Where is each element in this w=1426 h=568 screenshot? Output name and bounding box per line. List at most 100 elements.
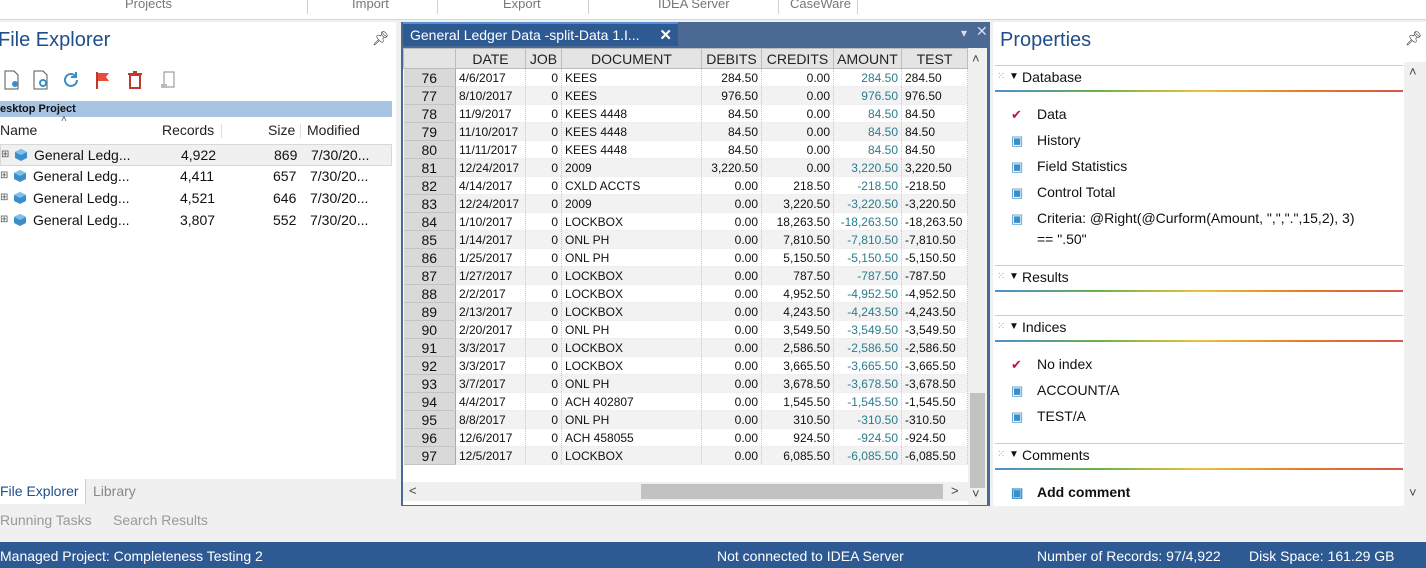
- file-row[interactable]: ⊞ General Ledg... 4,922 869 7/30/20...: [0, 144, 392, 166]
- cell-amount[interactable]: -3,220.50: [833, 194, 902, 213]
- cell-job[interactable]: 0: [525, 122, 562, 141]
- column-header-amount[interactable]: AMOUNT: [833, 48, 902, 69]
- cell-date[interactable]: 2/2/2017: [455, 284, 526, 303]
- cell-test[interactable]: -787.50: [901, 266, 968, 285]
- table-row[interactable]: 85 1/14/2017 0 ONL PH 0.00 7,810.50 -7,810.50-…: [403, 230, 968, 249]
- cell-test[interactable]: -3,678.50: [901, 374, 968, 393]
- cell-document[interactable]: ONL PH: [561, 248, 702, 267]
- cell-credits[interactable]: 3,220.50: [761, 194, 834, 213]
- cell-credits[interactable]: 4,243.50: [761, 302, 834, 321]
- cell-amount[interactable]: -218.50: [833, 176, 902, 195]
- tab-general-ledger-data[interactable]: General Ledger Data -split-Data 1.I... ✕: [403, 22, 678, 46]
- cell-date[interactable]: 12/24/2017: [455, 158, 526, 177]
- cell-amount[interactable]: 84.50: [833, 104, 902, 123]
- cell-amount[interactable]: -4,952.50: [833, 284, 902, 303]
- cell-date[interactable]: 2/20/2017: [455, 320, 526, 339]
- table-row[interactable]: 88 2/2/2017 0 LOCKBOX 0.00 4,952.50 -4,952.50-…: [403, 284, 968, 303]
- expand-icon[interactable]: ⊞: [0, 192, 8, 203]
- section-indices[interactable]: ⁙ ▼ Indices: [995, 315, 1403, 342]
- cell-test[interactable]: -3,220.50: [901, 194, 968, 213]
- column-header-job[interactable]: JOB: [525, 48, 562, 69]
- table-row[interactable]: 93 3/7/2017 0 ONL PH 0.00 3,678.50 -3,678.50 -3…: [403, 374, 968, 393]
- cell-credits[interactable]: 310.50: [761, 410, 834, 429]
- cell-credits[interactable]: 924.50: [761, 428, 834, 447]
- properties-icon[interactable]: [159, 70, 179, 90]
- table-row[interactable]: 95 8/8/2017 0 ONL PH 0.00 310.50 -310.50 -310.5…: [403, 410, 968, 429]
- cell-job[interactable]: 0: [525, 158, 562, 177]
- ribbon-group-projects[interactable]: Projects: [125, 0, 172, 11]
- table-row[interactable]: 91 3/3/2017 0 LOCKBOX 0.00 2,586.50 -2,586.50-…: [403, 338, 968, 357]
- cell-credits[interactable]: 787.50: [761, 266, 834, 285]
- table-row[interactable]: 94 4/4/2017 0 ACH 402807 0.00 1,545.50 -1,545.…: [403, 392, 968, 411]
- cell-document[interactable]: LOCKBOX: [561, 446, 702, 465]
- cell-date[interactable]: 3/3/2017: [455, 338, 526, 357]
- column-header-modified[interactable]: Modified: [307, 122, 360, 138]
- row-number[interactable]: 77: [403, 86, 456, 105]
- cell-document[interactable]: ACH 458055: [561, 428, 702, 447]
- cell-document[interactable]: LOCKBOX: [561, 284, 702, 303]
- table-row[interactable]: 78 11/9/2017 0 KEES 4448 84.50 0.00 84.50 84.50: [403, 104, 968, 123]
- cell-test[interactable]: -310.50: [901, 410, 968, 429]
- cell-amount[interactable]: -3,678.50: [833, 374, 902, 393]
- cell-credits[interactable]: 7,810.50: [761, 230, 834, 249]
- scroll-left-icon[interactable]: <: [409, 483, 417, 498]
- cell-date[interactable]: 8/10/2017: [455, 86, 526, 105]
- column-header-date[interactable]: DATE: [455, 48, 526, 69]
- cell-test[interactable]: -218.50: [901, 176, 968, 195]
- cell-date[interactable]: 1/25/2017: [455, 248, 526, 267]
- cell-credits[interactable]: 0.00: [761, 140, 834, 159]
- section-database[interactable]: ⁙ ▼ Database: [995, 65, 1403, 92]
- cell-job[interactable]: 0: [525, 248, 562, 267]
- flag-icon[interactable]: [93, 70, 113, 90]
- cell-job[interactable]: 0: [525, 266, 562, 285]
- cell-date[interactable]: 4/6/2017: [455, 68, 526, 87]
- tab-file-explorer[interactable]: File Explorer: [0, 479, 86, 504]
- scroll-down-icon[interactable]: ˅: [1409, 485, 1417, 500]
- cell-debits[interactable]: 0.00: [701, 284, 762, 303]
- cell-amount[interactable]: -1,545.50: [833, 392, 902, 411]
- collapse-triangle-icon[interactable]: ▼: [1009, 321, 1019, 332]
- scroll-up-icon[interactable]: ˄: [1409, 64, 1417, 79]
- collapse-triangle-icon[interactable]: ▼: [1009, 449, 1019, 460]
- row-number[interactable]: 80: [403, 140, 456, 159]
- expand-icon[interactable]: ⊞: [0, 214, 8, 225]
- row-number[interactable]: 97: [403, 446, 456, 465]
- column-header-test[interactable]: TEST: [901, 48, 968, 69]
- row-number[interactable]: 82: [403, 176, 456, 195]
- view-file-icon[interactable]: [31, 70, 51, 90]
- table-row[interactable]: 81 12/24/2017 0 2009 3,220.50 0.00 3,220.50 3,2…: [403, 158, 968, 177]
- cell-debits[interactable]: 0.00: [701, 446, 762, 465]
- cell-amount[interactable]: 84.50: [833, 140, 902, 159]
- cell-credits[interactable]: 0.00: [761, 158, 834, 177]
- cell-document[interactable]: LOCKBOX: [561, 338, 702, 357]
- cell-test[interactable]: -6,085.50: [901, 446, 968, 465]
- cell-amount[interactable]: -310.50: [833, 410, 902, 429]
- cell-document[interactable]: ONL PH: [561, 374, 702, 393]
- cell-job[interactable]: 0: [525, 284, 562, 303]
- cell-date[interactable]: 1/27/2017: [455, 266, 526, 285]
- row-number[interactable]: 95: [403, 410, 456, 429]
- row-number[interactable]: 94: [403, 392, 456, 411]
- table-row[interactable]: 96 12/6/2017 0 ACH 458055 0.00 924.50 -924.50-…: [403, 428, 968, 447]
- cell-test[interactable]: 84.50: [901, 122, 968, 141]
- delete-icon[interactable]: [125, 70, 145, 90]
- cell-document[interactable]: LOCKBOX: [561, 266, 702, 285]
- cell-debits[interactable]: 0.00: [701, 266, 762, 285]
- table-row[interactable]: 89 2/13/2017 0 LOCKBOX 0.00 4,243.50 -4,243.50…: [403, 302, 968, 321]
- table-row[interactable]: 90 2/20/2017 0 ONL PH 0.00 3,549.50 -3,549.50-…: [403, 320, 968, 339]
- row-number[interactable]: 76: [403, 68, 456, 87]
- cell-debits[interactable]: 976.50: [701, 86, 762, 105]
- vertical-scroll-thumb[interactable]: [970, 393, 985, 488]
- cell-document[interactable]: CXLD ACCTS: [561, 176, 702, 195]
- cell-amount[interactable]: -3,665.50: [833, 356, 902, 375]
- column-header-credits[interactable]: CREDITS: [761, 48, 834, 69]
- ribbon-group-caseware[interactable]: CaseWare: [790, 0, 851, 11]
- cell-debits[interactable]: 0.00: [701, 212, 762, 231]
- row-number[interactable]: 91: [403, 338, 456, 357]
- cell-debits[interactable]: 84.50: [701, 140, 762, 159]
- cell-job[interactable]: 0: [525, 302, 562, 321]
- cell-debits[interactable]: 0.00: [701, 230, 762, 249]
- scroll-up-icon[interactable]: ˄: [972, 51, 980, 66]
- cell-date[interactable]: 1/14/2017: [455, 230, 526, 249]
- cell-amount[interactable]: -7,810.50: [833, 230, 902, 249]
